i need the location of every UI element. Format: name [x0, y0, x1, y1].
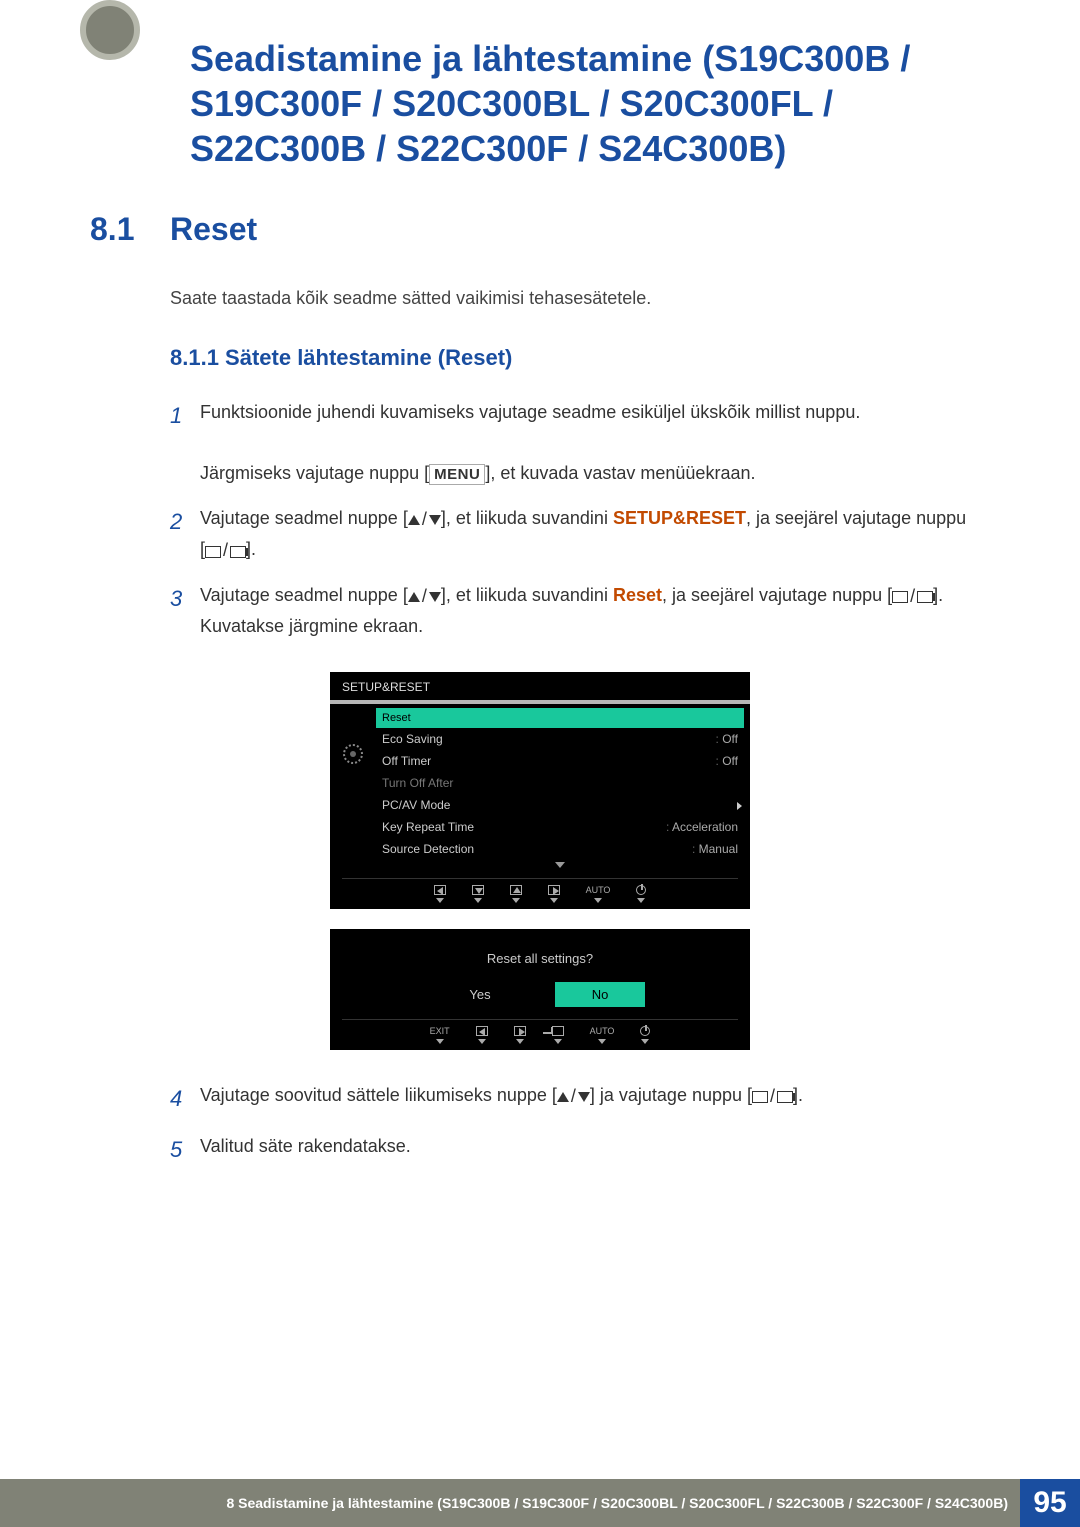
step-text: Vajutage seadmel nuppe [ [200, 508, 408, 528]
step-text: , ja seejärel vajutage nuppu [746, 508, 966, 528]
osd-item-key-repeat-time[interactable]: Key Repeat TimeAcceleration [382, 816, 738, 838]
nav-exit-label[interactable]: EXIT [430, 1026, 450, 1044]
footer-text: 8 Seadistamine ja lähtestamine (S19C300B… [0, 1479, 1020, 1527]
step-number: 1 [170, 397, 200, 489]
nav-left-icon[interactable] [434, 885, 446, 903]
dialog-question: Reset all settings? [330, 941, 750, 982]
step-list: 1 Funktsioonide juhendi kuvamiseks vajut… [170, 397, 990, 642]
section-title: Reset [170, 211, 257, 248]
osd-nav-bar: AUTO [342, 878, 738, 905]
nav-enter-icon[interactable] [552, 1026, 564, 1044]
scroll-down-icon [382, 860, 738, 872]
source-enter-icon: / [205, 535, 246, 566]
step-5: 5 Valitud säte rakendatakse. [170, 1131, 990, 1168]
nav-auto-label[interactable]: AUTO [590, 1026, 615, 1044]
step-number: 4 [170, 1080, 200, 1117]
osd-item-source-detection[interactable]: Source DetectionManual [382, 838, 738, 860]
setup-reset-term: SETUP&RESET [613, 508, 746, 528]
dialog-nav-bar: EXIT AUTO [342, 1019, 738, 1046]
step-text: Funktsioonide juhendi kuvamiseks vajutag… [200, 402, 860, 422]
reset-term: Reset [613, 585, 662, 605]
step-text: ], et liikuda suvandini [441, 508, 613, 528]
step-number: 5 [170, 1131, 200, 1168]
step-1: 1 Funktsioonide juhendi kuvamiseks vajut… [170, 397, 990, 489]
step-4: 4 Vajutage soovitud sättele liikumiseks … [170, 1080, 990, 1117]
section-number: 8.1 [90, 211, 170, 248]
up-down-icon: / [408, 504, 441, 535]
up-down-icon: / [557, 1081, 590, 1112]
step-text: ], et liikuda suvandini [441, 585, 613, 605]
step-3: 3 Vajutage seadmel nuppe [/], et liikuda… [170, 580, 990, 642]
confirm-dialog: Reset all settings? Yes No EXIT AUTO [330, 929, 750, 1050]
section-intro: Saate taastada kõik seadme sätted vaikim… [170, 288, 990, 309]
menu-button-label: MENU [429, 464, 485, 485]
osd-item-eco-saving[interactable]: Eco SavingOff [382, 728, 738, 750]
osd-item-turn-off-after: Turn Off After [382, 772, 738, 794]
step-text: Järgmiseks vajutage nuppu [ [200, 463, 429, 483]
nav-power-icon[interactable] [640, 1026, 650, 1044]
nav-right-icon[interactable] [514, 1026, 526, 1044]
page-footer: 8 Seadistamine ja lähtestamine (S19C300B… [0, 1479, 1080, 1527]
step-text: Vajutage soovitud sättele liikumiseks nu… [200, 1085, 557, 1105]
page-number: 95 [1020, 1479, 1080, 1527]
chapter-title: Seadistamine ja lähtestamine (S19C300B /… [190, 36, 990, 171]
step-text: ] ja vajutage nuppu [ [590, 1085, 752, 1105]
source-enter-icon: / [752, 1081, 793, 1112]
nav-up-icon[interactable] [510, 885, 522, 903]
nav-power-icon[interactable] [636, 885, 646, 903]
step-text: , ja seejärel vajutage nuppu [ [662, 585, 892, 605]
up-down-icon: / [408, 581, 441, 612]
step-text: Valitud säte rakendatakse. [200, 1136, 411, 1156]
step-text: Vajutage seadmel nuppe [ [200, 585, 408, 605]
source-enter-icon: / [892, 581, 933, 612]
subsection-heading: 8.1.1 Sätete lähtestamine (Reset) [170, 345, 990, 371]
section-heading: 8.1 Reset [90, 211, 990, 248]
nav-auto-label[interactable]: AUTO [586, 885, 611, 903]
osd-menu: SETUP&RESET Reset Eco SavingOff Off Time… [330, 672, 750, 909]
chapter-badge-icon [80, 0, 140, 60]
dialog-yes-button[interactable]: Yes [435, 982, 525, 1007]
osd-item-reset[interactable]: Reset [376, 708, 744, 728]
osd-item-list: Reset Eco SavingOff Off TimerOff Turn Of… [376, 704, 750, 878]
osd-title: SETUP&RESET [330, 672, 750, 700]
nav-down-icon[interactable] [472, 885, 484, 903]
osd-item-off-timer[interactable]: Off TimerOff [382, 750, 738, 772]
step-text: Kuvatakse järgmine ekraan. [200, 616, 423, 636]
gear-icon [343, 744, 363, 764]
nav-left-icon[interactable] [476, 1026, 488, 1044]
step-text: ], et kuvada vastav menüüekraan. [485, 463, 755, 483]
osd-item-pc-av-mode[interactable]: PC/AV Mode [382, 794, 738, 816]
dialog-no-button[interactable]: No [555, 982, 645, 1007]
nav-right-icon[interactable] [548, 885, 560, 903]
step-2: 2 Vajutage seadmel nuppe [/], et liikuda… [170, 503, 990, 566]
step-number: 2 [170, 503, 200, 566]
step-number: 3 [170, 580, 200, 642]
